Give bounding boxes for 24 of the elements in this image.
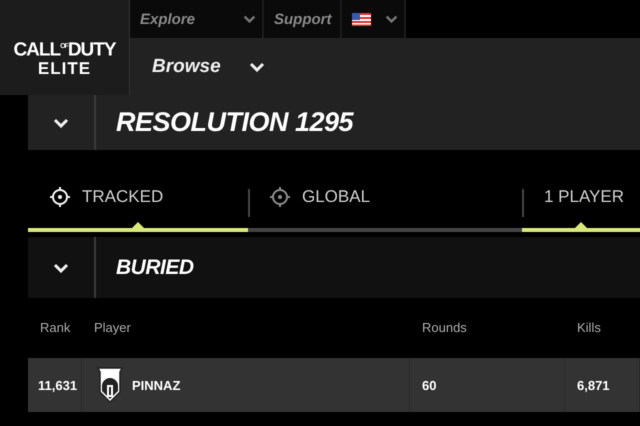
crosshair-icon (270, 186, 290, 206)
page-title: RESOLUTION 1295 (115, 106, 354, 139)
nav-menu[interactable]: Explore (130, 0, 264, 38)
table-cell: 11,631 (38, 378, 78, 392)
tab-indicator (132, 222, 144, 228)
section-title: BURIED (115, 254, 194, 280)
logo-text[interactable]: CALL$^{OF}$DUTY (13, 36, 116, 60)
tab[interactable]: TRACKED (28, 175, 248, 232)
column-header: Player (93, 320, 132, 335)
player-name[interactable]: PINNAZ (132, 378, 180, 392)
column-header: Rank (39, 320, 72, 335)
emblem-icon (94, 366, 126, 404)
browse-menu[interactable]: Browse (152, 56, 221, 78)
tab-indicator (575, 222, 587, 228)
tab[interactable]: GLOBAL (248, 175, 522, 232)
nav-menu[interactable]: Support (264, 0, 342, 38)
table-cell: 6,871 (577, 378, 610, 392)
column-header: Rounds (421, 320, 468, 335)
tab[interactable]: 1 PLAYER (522, 175, 640, 232)
table-cell: 60 (422, 378, 436, 392)
logo-subtitle[interactable]: ELITE (38, 60, 92, 78)
crosshair-icon (50, 186, 70, 206)
column-header: Kills (576, 320, 602, 335)
flag-icon[interactable] (352, 12, 371, 26)
